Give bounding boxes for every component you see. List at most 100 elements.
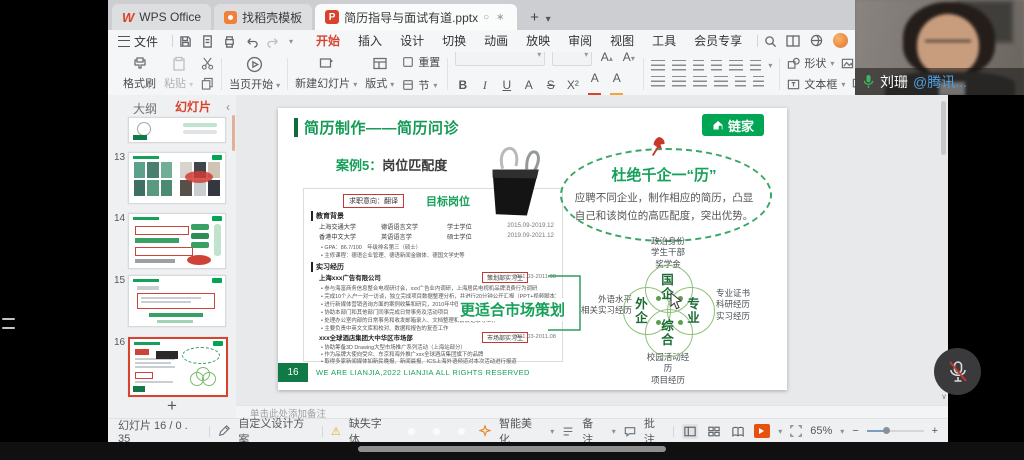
strikethrough-button[interactable]: S <box>543 78 558 92</box>
chevron-down-icon[interactable]: ▾ <box>612 427 616 436</box>
zoom-slider[interactable] <box>867 430 924 432</box>
menu-insert[interactable]: 插入 <box>349 30 391 52</box>
job-bullet: • 取得多家新闻媒体如新民晚报、新闻晨报、ICS上海外语频道对本次活动进行报道 <box>321 357 556 365</box>
next-slide-icon[interactable]: ∨ <box>941 393 947 401</box>
menu-animation[interactable]: 动画 <box>475 30 517 52</box>
callout-line: 应聘不同企业，制作相应的简历，凸显 <box>564 190 764 205</box>
increase-indent-icon[interactable] <box>711 60 722 71</box>
slideshow-play-button[interactable] <box>754 424 771 438</box>
bold-button[interactable]: B <box>455 78 470 92</box>
account-avatar[interactable] <box>833 33 848 48</box>
justify-icon[interactable] <box>714 76 728 87</box>
zoom-in-button[interactable]: + <box>932 425 938 437</box>
tab-slides[interactable]: 幻灯片 <box>175 98 211 119</box>
tab-wps-office[interactable]: W WPS Office <box>112 4 211 30</box>
redo-icon[interactable] <box>267 35 280 48</box>
line-spacing-icon[interactable] <box>750 60 761 71</box>
character-button[interactable]: A <box>521 78 536 92</box>
search-icon[interactable] <box>764 35 777 48</box>
panel-scrollbar[interactable] <box>232 115 235 151</box>
superscript-button[interactable]: X² <box>565 78 580 92</box>
tab-current-document[interactable]: P 简历指导与面试有道.pptx ○ ∗ <box>315 4 516 30</box>
print-icon[interactable] <box>223 35 236 48</box>
italic-button[interactable]: I <box>477 78 492 93</box>
webcam-video-tile[interactable]: 刘珊 @腾讯... <box>855 0 1024 95</box>
normal-view-button[interactable] <box>682 424 698 439</box>
shapes-label: 形状 <box>804 55 826 71</box>
canvas-scrollbar[interactable] <box>941 101 946 155</box>
new-tab-button[interactable]: + <box>524 6 546 28</box>
meeting-sidebar-handle[interactable] <box>2 327 15 329</box>
tab-list-chevron-icon[interactable]: ▾ <box>546 14 551 25</box>
fit-slide-icon[interactable] <box>790 425 802 437</box>
zoom-level[interactable]: 65% <box>810 425 832 437</box>
format-painter-button[interactable]: 格式刷 <box>123 56 156 91</box>
export-icon[interactable] <box>201 35 214 48</box>
reading-view-button[interactable] <box>730 424 746 439</box>
education-header: 教育背景 <box>311 211 344 221</box>
venn-label-bottom: 校园活动经历项目经历 <box>630 352 706 386</box>
zoom-out-button[interactable]: − <box>852 425 858 437</box>
slide-thumbnail-16-selected[interactable] <box>128 337 228 397</box>
new-slide-button[interactable]: 新建幻灯片 ▾ <box>295 56 357 91</box>
menu-design[interactable]: 设计 <box>391 30 433 52</box>
columns-icon[interactable] <box>735 76 746 87</box>
decrease-indent-icon[interactable] <box>693 60 704 71</box>
slide-thumbnail-13[interactable] <box>128 152 226 204</box>
menu-transition[interactable]: 切换 <box>433 30 475 52</box>
save-icon[interactable] <box>179 35 192 48</box>
slide-thumbnail-partial[interactable] <box>128 117 226 143</box>
menu-home[interactable]: 开始 <box>307 30 349 52</box>
tab-outline[interactable]: 大纲 <box>133 100 157 117</box>
cut-icon[interactable] <box>201 57 214 70</box>
mic-muted-button[interactable] <box>934 348 981 395</box>
decrease-font-button[interactable]: A▾ <box>621 52 636 64</box>
slide-sorter-view-button[interactable] <box>706 424 722 439</box>
align-center-icon[interactable] <box>672 76 686 87</box>
font-size-combo[interactable] <box>552 52 592 66</box>
split-view-icon[interactable] <box>786 35 800 47</box>
font-name-combo[interactable] <box>455 52 545 66</box>
menu-review[interactable]: 审阅 <box>559 30 601 52</box>
slide-thumbnail-14[interactable] <box>128 213 226 269</box>
copy-icon[interactable] <box>201 77 214 90</box>
align-right-icon[interactable] <box>693 76 707 87</box>
paragraph-settings-icon[interactable] <box>753 76 764 87</box>
section-button[interactable]: 节 ▾ <box>402 77 437 93</box>
increase-font-button[interactable]: A▴ <box>599 52 614 64</box>
slide-footer: WE ARE LIANJIA,2022 LIANJIA ALL RIGHTS R… <box>316 368 530 377</box>
menu-slideshow[interactable]: 放映 <box>517 30 559 52</box>
bullet-list-icon[interactable] <box>651 60 665 71</box>
layout-button[interactable]: 版式 ▾ <box>365 56 394 91</box>
tab-docer-template[interactable]: 找稻壳模板 <box>214 4 312 30</box>
play-from-current-button[interactable]: 当页开始 ▾ <box>229 56 280 92</box>
quick-access-chevron-icon[interactable]: ▾ <box>289 37 293 46</box>
chevron-down-icon[interactable]: ▾ <box>778 427 782 436</box>
add-slide-button[interactable]: + <box>167 396 177 416</box>
menu-view[interactable]: 视图 <box>601 30 643 52</box>
highlight-color-button[interactable]: A <box>609 71 624 96</box>
menu-tools[interactable]: 工具 <box>643 30 685 52</box>
underline-button[interactable]: U <box>499 78 514 92</box>
slide-16[interactable]: 简历制作——简历问诊 案例5：岗位匹配度 链家 求职意向：翻译 目标岗位 教育背… <box>278 108 787 390</box>
font-color-button[interactable]: A <box>587 71 602 96</box>
chevron-down-icon: ▾ <box>433 81 437 90</box>
panel-collapse-icon[interactable]: ‹ <box>226 100 230 114</box>
chevron-down-icon[interactable]: ▾ <box>550 427 554 436</box>
chevron-down-icon[interactable]: ▾ <box>840 427 844 436</box>
tab-protect-icon[interactable]: ○ <box>483 12 491 23</box>
text-direction-icon[interactable] <box>729 60 743 71</box>
shapes-button[interactable]: 形状 ▾ <box>787 55 834 71</box>
reset-button[interactable]: 重置 <box>402 54 440 70</box>
align-left-icon[interactable] <box>651 76 665 87</box>
slide-thumbnail-15[interactable] <box>128 275 226 327</box>
menu-member[interactable]: 会员专享 <box>685 30 751 52</box>
meeting-sidebar-handle[interactable] <box>2 318 15 320</box>
undo-icon[interactable] <box>245 35 258 48</box>
taskbar-indicator[interactable] <box>358 446 666 452</box>
textbox-button[interactable]: 文本框 ▾ <box>787 76 845 92</box>
paste-button[interactable]: 粘贴 ▾ <box>164 56 193 91</box>
numbered-list-icon[interactable] <box>672 60 686 71</box>
file-menu[interactable]: 文件 <box>118 33 158 50</box>
theme-globe-icon[interactable] <box>810 34 823 47</box>
